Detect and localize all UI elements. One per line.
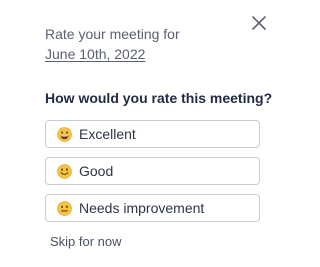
meeting-date-link[interactable]: June 10th, 2022 (45, 45, 145, 63)
smiling-face-icon (57, 163, 72, 179)
meeting-rating-card: Rate your meeting for June 10th, 2022 Ho… (0, 0, 300, 267)
rating-question: How would you rate this meeting? (45, 90, 273, 106)
option-needs-improvement-button[interactable]: Needs improvement (45, 194, 260, 222)
option-needs-improvement-label: Needs improvement (79, 200, 205, 216)
option-good-button[interactable]: Good (45, 157, 260, 185)
skip-for-now-link[interactable]: Skip for now (50, 234, 122, 250)
neutral-face-icon (57, 200, 72, 216)
option-good-label: Good (79, 163, 114, 179)
close-button[interactable] (250, 14, 268, 32)
rating-prompt-text: Rate your meeting for (45, 26, 180, 42)
option-excellent-button[interactable]: Excellent (45, 120, 260, 148)
grinning-face-icon (57, 126, 72, 142)
close-icon (252, 16, 266, 30)
option-excellent-label: Excellent (79, 126, 136, 142)
